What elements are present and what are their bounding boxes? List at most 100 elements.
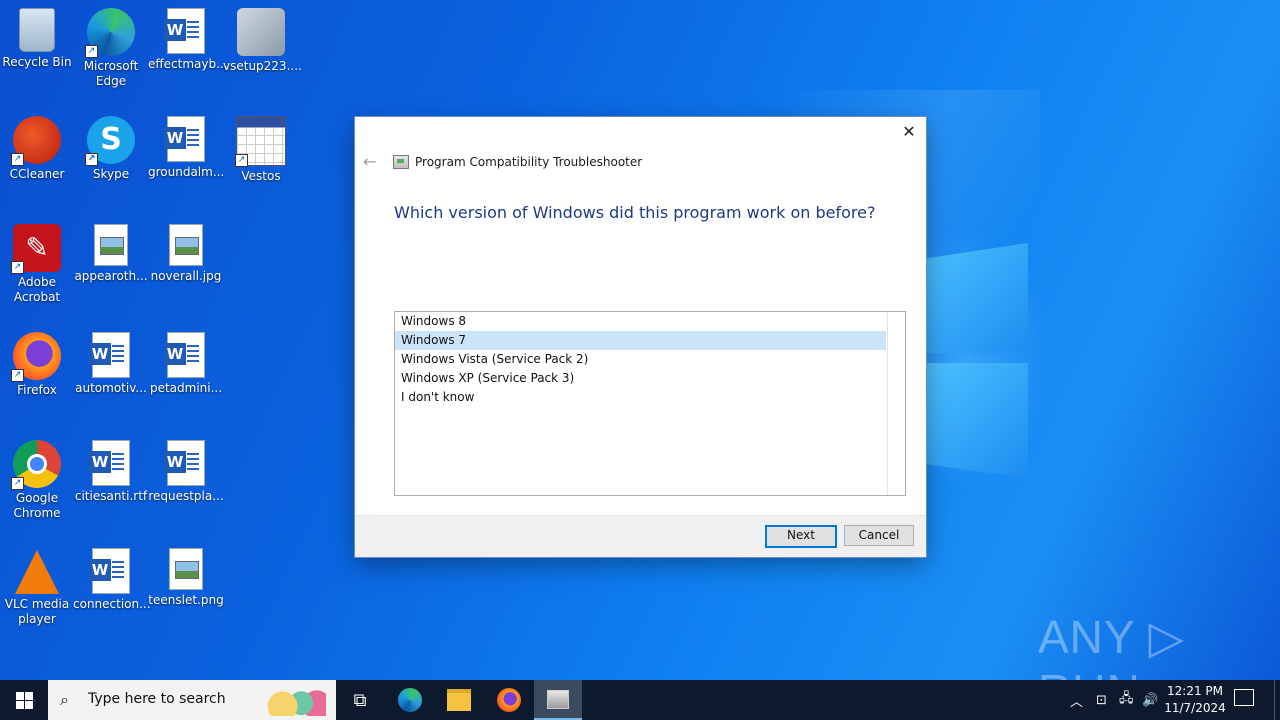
- desktop-icon-petadmini[interactable]: petadmini...: [148, 326, 224, 396]
- taskbar-search-box[interactable]: ⌕ Type here to search: [48, 680, 336, 720]
- desktop-icon-label: Microsoft Edge: [83, 59, 139, 88]
- next-button[interactable]: Next: [765, 525, 837, 548]
- troubleshooter-icon: [393, 155, 409, 169]
- desktop-icon-acrobat[interactable]: ✎ ↗ Adobe Acrobat: [0, 218, 75, 305]
- desktop-icon-vlc[interactable]: VLC media player: [0, 542, 75, 627]
- volume-button[interactable]: 🔊: [1142, 680, 1158, 720]
- desktop-icon-label: Adobe Acrobat: [13, 275, 61, 304]
- network-icon: 🖧: [1119, 691, 1134, 706]
- desktop-icon-firefox[interactable]: ↗ Firefox: [0, 326, 75, 398]
- list-item-windows-xp[interactable]: Windows XP (Service Pack 3): [395, 369, 886, 388]
- firefox-icon: [497, 688, 521, 712]
- wallpaper-logo-pane: [926, 363, 1028, 478]
- desktop-icon-edge[interactable]: ↗ Microsoft Edge: [73, 2, 149, 89]
- desktop-icon-requestpla[interactable]: requestpla...: [148, 434, 224, 504]
- listbox-scrollbar[interactable]: [887, 312, 905, 495]
- chrome-icon: ↗: [11, 440, 61, 490]
- folder-icon: [447, 689, 471, 711]
- desktop-icon-label: Google Chrome: [13, 491, 61, 520]
- skype-icon: S ↗: [85, 116, 135, 166]
- list-item-windows-8[interactable]: Windows 8: [395, 312, 886, 331]
- taskbar-clock[interactable]: 12:21 PM 11/7/2024: [1160, 683, 1230, 717]
- desktop-icon-label: groundalm...: [148, 165, 225, 179]
- desktop-icon-label: requestpla...: [148, 489, 224, 503]
- taskbar-file-explorer[interactable]: [435, 680, 483, 720]
- desktop-icon-effectmayb[interactable]: effectmayb...: [148, 2, 228, 72]
- desktop-icon-chrome[interactable]: ↗ Google Chrome: [0, 434, 75, 521]
- desktop-icon-label: VLC media player: [4, 597, 70, 626]
- cancel-button[interactable]: Cancel: [844, 525, 914, 546]
- desktop-icon-vestos[interactable]: ↗ Vestos: [223, 110, 299, 184]
- desktop-icon-label: noverall.jpg: [150, 269, 222, 283]
- calendar-icon: ↗: [235, 116, 286, 167]
- windows-version-listbox[interactable]: Windows 8 Windows 7 Windows Vista (Servi…: [394, 311, 906, 496]
- list-item-dont-know[interactable]: I don't know: [395, 388, 886, 407]
- desktop-icon-skype[interactable]: S ↗ Skype: [73, 110, 149, 182]
- compatibility-troubleshooter-dialog: ✕ ← Program Compatibility Troubleshooter…: [355, 117, 926, 557]
- troubleshooter-icon: [547, 689, 569, 709]
- task-view-button[interactable]: ⧉: [336, 680, 384, 720]
- taskbar-edge[interactable]: [386, 680, 434, 720]
- desktop-icon-ccleaner[interactable]: ↗ CCleaner: [0, 110, 75, 182]
- image-file-icon: [169, 224, 203, 266]
- ccleaner-icon: ↗: [11, 116, 61, 166]
- list-item-windows-vista[interactable]: Windows Vista (Service Pack 2): [395, 350, 886, 369]
- desktop-icon-label: connection...: [73, 597, 151, 611]
- speaker-icon: 🔊: [1142, 692, 1159, 708]
- word-document-icon: [89, 332, 130, 378]
- image-file-icon: [169, 548, 203, 590]
- recycle-bin-icon: [19, 8, 55, 52]
- chevron-up-icon: ︿: [1070, 694, 1084, 710]
- dialog-heading: Which version of Windows did this progra…: [394, 203, 876, 222]
- desktop-icon-teenslet[interactable]: teenslet.png: [148, 542, 224, 608]
- taskbar-firefox[interactable]: [485, 680, 533, 720]
- desktop-icon-vsetup[interactable]: vsetup223....: [223, 2, 302, 74]
- desktop-icon-label: effectmayb...: [148, 57, 228, 71]
- start-button[interactable]: [0, 680, 48, 720]
- search-placeholder: Type here to search: [88, 691, 226, 707]
- desktop-icon-noverall[interactable]: noverall.jpg: [148, 218, 224, 284]
- desktop-icon-label: teenslet.png: [148, 593, 224, 607]
- desktop-icon-label: automotiv...: [75, 381, 147, 395]
- vlc-icon: [15, 550, 59, 594]
- windows-logo-icon: [15, 691, 33, 709]
- desktop-icon-label: Recycle Bin: [2, 55, 72, 69]
- desktop-icon-label: appearoth...: [74, 269, 148, 283]
- desktop-icon-connection[interactable]: connection...: [73, 542, 151, 612]
- acrobat-icon: ✎ ↗: [11, 224, 61, 274]
- tray-app-icon[interactable]: ⊡: [1096, 680, 1107, 720]
- clock-time: 12:21 PM: [1167, 684, 1223, 698]
- search-icon: ⌕: [60, 690, 69, 709]
- taskbar-troubleshooter[interactable]: [534, 680, 582, 720]
- word-document-icon: [164, 116, 205, 162]
- desktop-icon-label: Firefox: [17, 383, 57, 397]
- word-document-icon: [164, 440, 205, 486]
- tray-device-icon: ⊡: [1096, 692, 1107, 708]
- search-highlight-art: [264, 684, 326, 716]
- word-document-icon: [89, 440, 130, 486]
- word-document-icon: [89, 548, 130, 594]
- edge-icon: ↗: [85, 8, 135, 58]
- desktop-icon-citiesanti[interactable]: citiesanti.rtf: [73, 434, 149, 504]
- desktop-icon-groundalm[interactable]: groundalm...: [148, 110, 224, 180]
- task-view-icon: ⧉: [353, 689, 367, 711]
- image-file-icon: [94, 224, 128, 266]
- desktop-icon-appearoth[interactable]: appearoth...: [73, 218, 149, 284]
- desktop-icon-label: Vestos: [241, 169, 281, 183]
- desktop-icon-recycle-bin[interactable]: Recycle Bin: [0, 2, 75, 70]
- notification-center-icon[interactable]: [1234, 689, 1254, 706]
- desktop-icon-label: petadmini...: [149, 381, 223, 395]
- dialog-title: Program Compatibility Troubleshooter: [415, 155, 643, 169]
- list-item-windows-7[interactable]: Windows 7: [395, 331, 886, 350]
- desktop-icon-label: Skype: [92, 167, 130, 181]
- close-button[interactable]: ✕: [898, 121, 920, 143]
- word-document-icon: [164, 8, 205, 54]
- taskbar: ⌕ Type here to search ⧉ ︿ ⊡ 🖧 🔊 12:21 PM…: [0, 680, 1280, 720]
- show-desktop-button[interactable]: [1274, 680, 1280, 720]
- tray-overflow-button[interactable]: ︿: [1070, 680, 1083, 720]
- desktop-icon-label: vsetup223....: [223, 59, 302, 73]
- back-arrow-icon[interactable]: ←: [363, 152, 376, 171]
- wallpaper-logo-pane: [926, 243, 1028, 353]
- network-button[interactable]: 🖧: [1119, 680, 1134, 720]
- desktop-icon-automotiv[interactable]: automotiv...: [73, 326, 149, 396]
